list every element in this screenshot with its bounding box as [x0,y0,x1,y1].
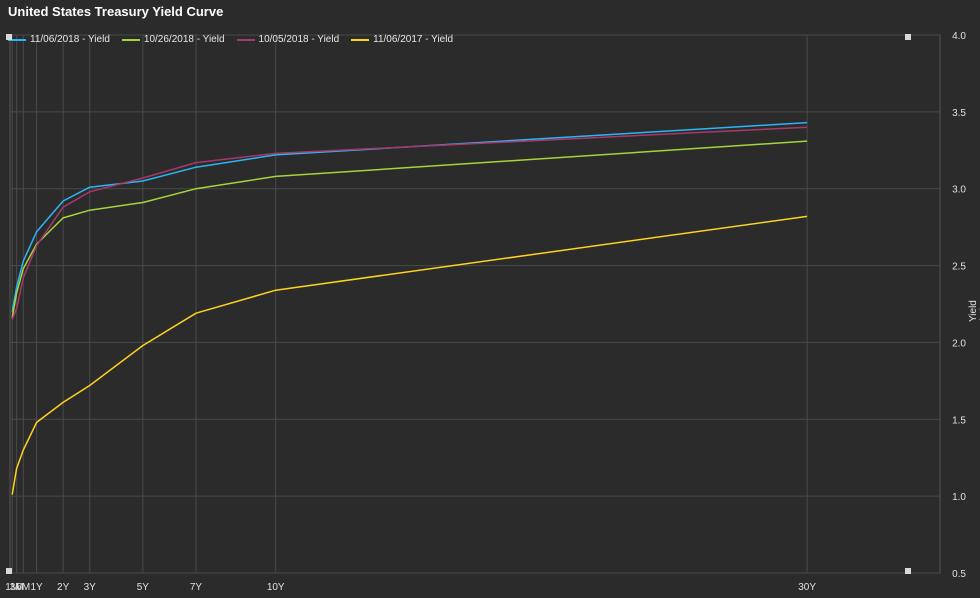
legend-swatch [351,38,370,41]
legend-swatch [121,38,140,41]
y-tick-label: 4.0 [952,31,966,42]
x-tick-label: 7Y [190,582,203,593]
x-tick-label: 2Y [57,582,70,593]
series-line-2 [11,140,808,318]
resize-handle-bottom-left[interactable] [6,568,12,574]
x-tick-label: 6M [16,582,30,593]
chart-title: United States Treasury Yield Curve [8,4,224,19]
resize-handle-bottom-right[interactable] [905,568,911,574]
resize-handle-top-left[interactable] [6,34,12,40]
x-tick-label: 5Y [137,582,150,593]
series-line-3 [11,126,808,320]
legend: 11/06/2018 - Yield 10/26/2018 - Yield 10… [8,34,453,45]
x-tick-label: 10Y [267,582,285,593]
legend-label: 11/06/2017 - Yield [373,34,454,45]
series-line-1 [11,121,808,312]
y-tick-label: 1.5 [952,415,966,426]
x-tick-label: 1Y [30,582,43,593]
y-tick-labels: 4.0 3.5 3.0 2.5 2.0 1.5 1.0 0.5 [952,31,966,580]
legend-item-series-1[interactable]: 11/06/2018 - Yield [8,34,110,45]
y-tick-label: 0.5 [952,569,966,580]
legend-label: 10/05/2018 - Yield [258,34,340,45]
x-tick-labels: 1M3M6M 1Y 2Y 3Y 5Y 7Y 10Y 30Y [5,582,816,593]
grid-lines [9,34,941,574]
series-lines [11,121,808,495]
y-tick-label: 2.0 [952,338,966,349]
series-line-4 [11,215,808,495]
y-tick-label: 3.0 [952,185,966,196]
plot-border [9,34,941,574]
x-tick-label: 3Y [84,582,97,593]
y-tick-label: 1.0 [952,492,966,503]
resize-handle-top-right[interactable] [905,34,911,40]
y-tick-label: 3.5 [952,108,966,119]
x-tick-label: 30Y [798,582,816,593]
legend-label: 11/06/2018 - Yield [30,34,110,45]
legend-item-series-4[interactable]: 11/06/2017 - Yield [351,34,453,45]
yield-curve-chart: 1M 3M 6M 1Y 2Y 3Y 5Y 7Y 10Y 30Y 4.0 3.5 3.0 2.5 2.0 1.… [0,0,980,598]
legend-item-series-3[interactable]: 10/05/2018 - Yield [236,34,340,45]
legend-item-series-2[interactable]: 10/26/2018 - Yield [121,34,225,45]
plot-area: 1M3M6M 1Y 2Y 3Y 5Y 7Y 10Y 30Y 4.03.53.02.52.01.… [5,31,966,593]
y-axis-label: Yield (%) [968,300,980,322]
y-tick-label: 2.5 [952,262,966,273]
legend-swatch [236,38,255,41]
legend-label: 10/26/2018 - Yield [143,34,225,45]
